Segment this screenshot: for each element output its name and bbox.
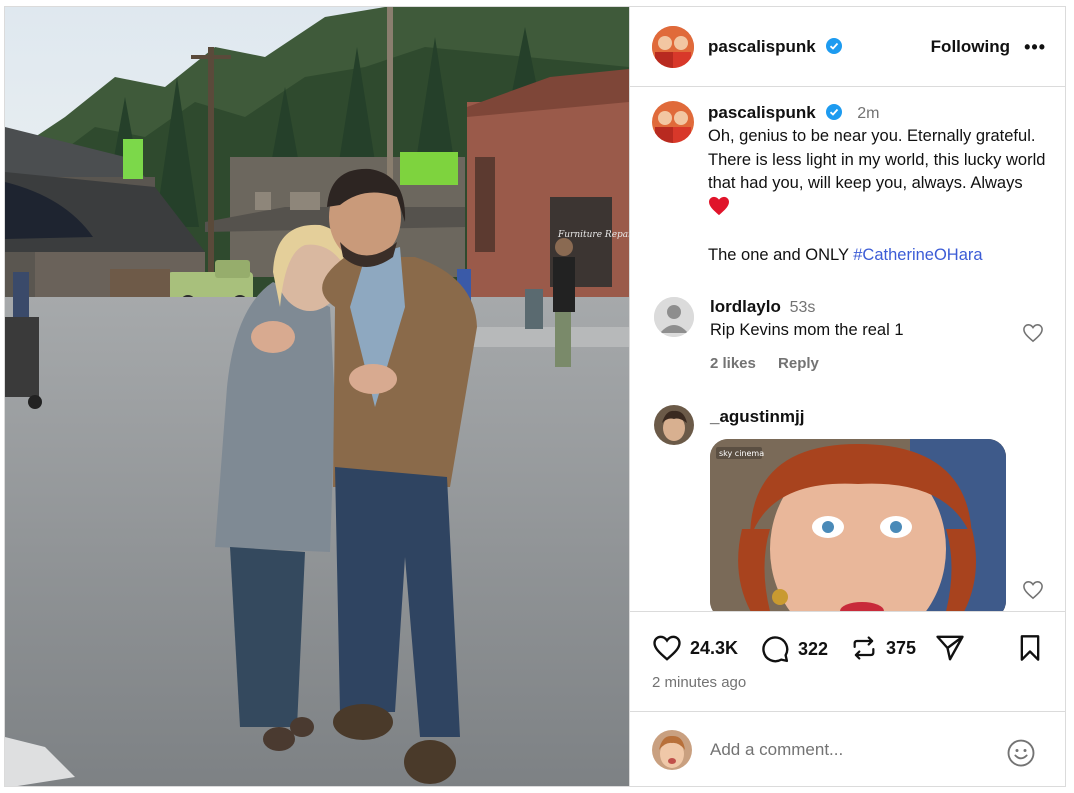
bookmark-icon — [1020, 635, 1040, 661]
comment-input[interactable] — [710, 740, 990, 760]
post-details-panel: pascalispunk Following ••• pascalispunk … — [629, 7, 1065, 786]
send-icon — [936, 635, 964, 661]
comment-username[interactable]: _agustinmjj — [710, 407, 804, 426]
add-comment-bar — [630, 711, 1065, 786]
save-action[interactable] — [1018, 634, 1050, 662]
caption-time: 2m — [857, 105, 880, 122]
comment-count: 322 — [798, 638, 829, 659]
verified-badge-icon — [826, 38, 843, 59]
comment-likes[interactable]: 2 likes — [710, 355, 756, 372]
comments-section[interactable]: pascalispunk 2m Oh, genius to be near yo… — [630, 87, 1065, 611]
caption-header: pascalispunk 2m — [708, 103, 879, 125]
caption-username[interactable]: pascalispunk — [708, 103, 816, 122]
verified-badge-icon — [826, 104, 843, 125]
header-username-row: pascalispunk — [708, 37, 843, 59]
author-avatar[interactable] — [652, 26, 694, 68]
comment-action[interactable]: 322 — [760, 634, 828, 664]
furniture-repair-sign: Furniture Repair — [557, 230, 629, 240]
comment-like-icon[interactable] — [1022, 580, 1044, 605]
default-avatar-icon[interactable] — [654, 297, 694, 337]
post-photo[interactable]: Furniture Repair — [5, 7, 629, 786]
like-count: 24.3K — [690, 637, 739, 658]
following-button[interactable]: Following — [931, 37, 1010, 57]
caption-avatar[interactable] — [652, 101, 694, 143]
post-timestamp: 2 minutes ago — [652, 674, 747, 691]
author-username[interactable]: pascalispunk — [708, 37, 816, 56]
comment-bubble-icon — [762, 636, 789, 663]
share-action[interactable] — [935, 634, 973, 662]
emoji-icon[interactable] — [1006, 738, 1036, 773]
comment-header: lordlaylo 53s — [710, 297, 815, 317]
repost-count: 375 — [886, 637, 917, 658]
caption-body: Oh, genius to be near you. Eternally gra… — [708, 127, 1046, 192]
reply-button[interactable]: Reply — [778, 355, 819, 372]
post-window: Furniture Repair pascalispunk Following … — [4, 6, 1066, 787]
gif-watermark: sky cinema — [719, 449, 764, 458]
post-header: pascalispunk Following ••• — [630, 7, 1065, 87]
comment-time: 53s — [789, 299, 816, 316]
heart-icon — [653, 635, 681, 661]
repost-action[interactable]: 375 — [850, 634, 916, 662]
commenter-avatar[interactable] — [654, 405, 694, 445]
caption-text: Oh, genius to be near you. Eternally gra… — [708, 125, 1048, 267]
comment-gif[interactable]: sky cinema — [710, 439, 1006, 611]
viewer-avatar[interactable] — [652, 730, 692, 770]
caption-second-line: The one and ONLY — [708, 245, 854, 264]
comment-text: Rip Kevins mom the real 1 — [710, 321, 904, 339]
comment-like-icon[interactable] — [1022, 323, 1044, 348]
comment-header: _agustinmjj — [710, 407, 804, 427]
comment-meta: 2 likes Reply — [710, 355, 837, 372]
repost-icon — [853, 636, 875, 660]
like-action[interactable]: 24.3K — [652, 634, 738, 662]
post-actions: 24.3K 322 375 2 minutes ago — [630, 611, 1065, 711]
more-options-icon[interactable]: ••• — [1024, 37, 1046, 58]
comment-username[interactable]: lordlaylo — [710, 297, 781, 316]
red-heart-icon — [708, 196, 730, 217]
hashtag-link[interactable]: #CatherineOHara — [853, 246, 982, 264]
